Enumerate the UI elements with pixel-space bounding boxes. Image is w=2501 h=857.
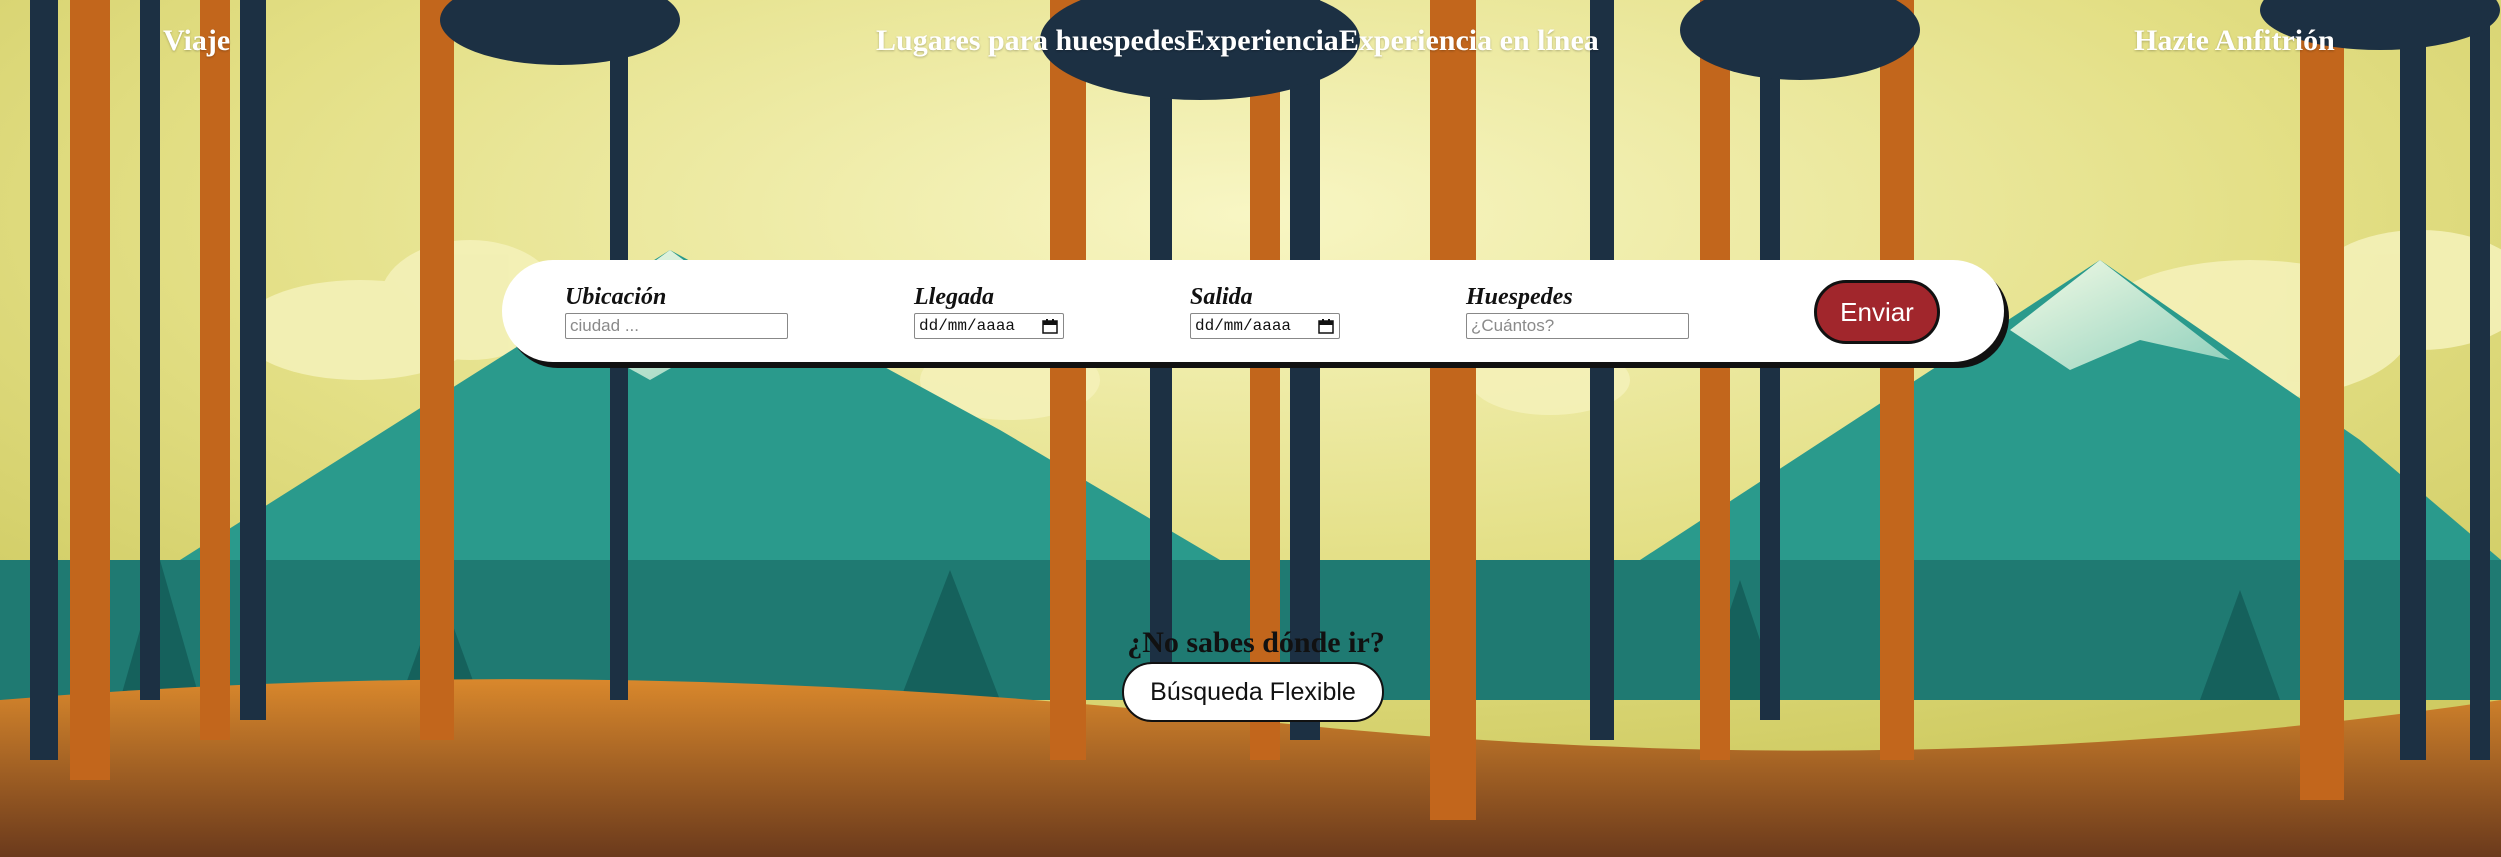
flexible-search-button[interactable]: Búsqueda Flexible — [1122, 662, 1384, 722]
search-bar: Ubicación Llegada dd/mm/aaaa Salida dd/m… — [502, 260, 2004, 362]
become-host-link[interactable]: Hazte Anfitrión — [2134, 24, 2335, 58]
guests-label: Huespedes — [1466, 284, 1573, 310]
departure-date-input[interactable]: dd/mm/aaaa — [1190, 313, 1340, 339]
nav-link-experience[interactable]: Experiencia — [1186, 24, 1339, 58]
arrival-label: Llegada — [914, 284, 994, 310]
location-input[interactable] — [565, 313, 788, 339]
guests-input[interactable] — [1466, 313, 1689, 339]
calendar-icon[interactable] — [1317, 317, 1335, 335]
arrival-date-input[interactable]: dd/mm/aaaa — [914, 313, 1064, 339]
location-field: Ubicación — [565, 285, 788, 339]
location-label: Ubicación — [565, 284, 667, 310]
departure-date-placeholder: dd/mm/aaaa — [1195, 317, 1292, 335]
departure-label: Salida — [1190, 284, 1253, 310]
guests-field: Huespedes — [1466, 285, 1689, 339]
forest-mountain-background — [0, 0, 2501, 857]
brand-logo[interactable]: Viaje — [163, 24, 230, 58]
arrival-field: Llegada dd/mm/aaaa — [914, 285, 1064, 339]
flexible-search-question: ¿No sabes dónde ir? — [1127, 626, 1385, 659]
departure-field: Salida dd/mm/aaaa — [1190, 285, 1340, 339]
nav-link-online-experience[interactable]: Experiencia en línea — [1339, 24, 1599, 58]
submit-button[interactable]: Enviar — [1814, 280, 1940, 344]
top-navigation: Viaje Lugares para huespedes Experiencia… — [0, 0, 2501, 90]
nav-link-guest-places[interactable]: Lugares para huespedes — [876, 24, 1186, 58]
arrival-date-placeholder: dd/mm/aaaa — [919, 317, 1016, 335]
calendar-icon[interactable] — [1041, 317, 1059, 335]
nav-links: Lugares para huespedes Experiencia Exper… — [876, 24, 1599, 58]
